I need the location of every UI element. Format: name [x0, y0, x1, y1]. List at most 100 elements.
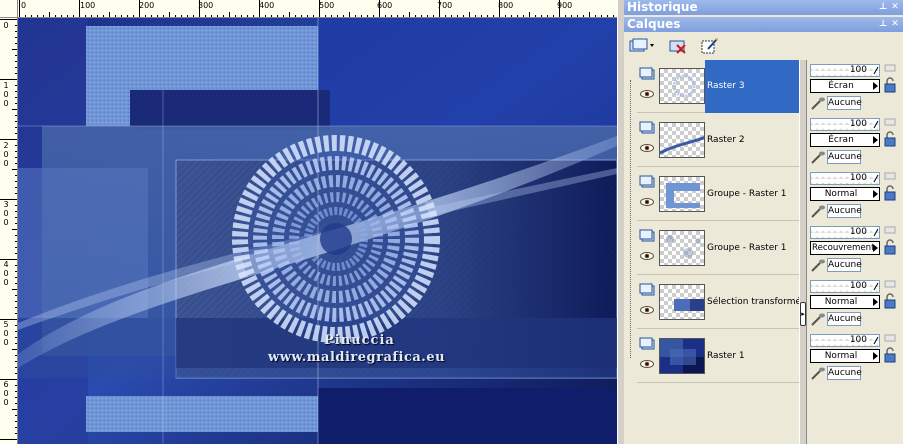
panel-gutter: [617, 0, 624, 444]
eye-icon[interactable]: [640, 198, 654, 206]
opacity-field[interactable]: 100: [810, 64, 880, 77]
visibility-toggle-icon[interactable]: [884, 333, 896, 343]
visibility-toggle-icon[interactable]: [884, 63, 896, 73]
close-icon[interactable]: ✕: [891, 2, 899, 12]
layers-toolbar: [624, 34, 903, 58]
visibility-toggle-icon[interactable]: [884, 279, 896, 289]
ruler-vlabel: 100: [3, 81, 9, 108]
layer-props-row: 100 Normal Aucune: [810, 330, 903, 383]
layers-palette-bar[interactable]: Calques ⊥ ✕: [624, 17, 903, 32]
layer-name[interactable]: Raster 2: [705, 114, 799, 167]
eye-icon[interactable]: [640, 90, 654, 98]
mask-field[interactable]: Aucune: [827, 204, 862, 218]
lock-icon[interactable]: [883, 347, 897, 363]
layer-row[interactable]: Groupe - Raster 1: [637, 168, 799, 221]
layer-properties-button[interactable]: [700, 37, 720, 55]
pin-icon[interactable]: ⊥: [879, 19, 887, 29]
mask-field[interactable]: Aucune: [827, 258, 862, 272]
history-palette-bar[interactable]: Historique ⊥ ✕: [624, 0, 903, 15]
layers-title: Calques: [627, 17, 681, 31]
mask-brush-icon[interactable]: [810, 204, 826, 219]
lock-icon[interactable]: [883, 77, 897, 93]
column-splitter[interactable]: [799, 60, 807, 444]
dropdown-arrow-icon: [873, 244, 878, 252]
layer-thumbnail: [659, 122, 705, 158]
eye-icon[interactable]: [640, 252, 654, 260]
opacity-slider-icon[interactable]: [873, 120, 879, 129]
mask-field[interactable]: Aucune: [827, 96, 862, 110]
visibility-toggle-icon[interactable]: [884, 171, 896, 181]
layer-name[interactable]: Raster 1: [705, 330, 799, 383]
ruler-label: 200: [139, 1, 155, 10]
ruler-vlabel: 200: [3, 141, 9, 168]
opacity-slider-icon[interactable]: [873, 336, 879, 345]
visibility-toggle-icon[interactable]: [884, 225, 896, 235]
eye-icon[interactable]: [640, 306, 654, 314]
mask-brush-icon[interactable]: [810, 312, 826, 327]
opacity-field[interactable]: 100: [810, 226, 880, 239]
ruler-corner: [0, 0, 18, 18]
image-canvas[interactable]: Pinuccia www.maldiregrafica.eu: [18, 18, 617, 444]
mask-field[interactable]: Aucune: [827, 150, 862, 164]
layer-type-icon: [639, 67, 655, 80]
layer-type-icon: [639, 175, 655, 188]
thumb-art: [660, 339, 704, 373]
blend-mode-select[interactable]: Écran: [810, 79, 880, 93]
opacity-field[interactable]: 100: [810, 280, 880, 293]
eye-icon[interactable]: [640, 144, 654, 152]
mask-brush-icon[interactable]: [810, 96, 826, 111]
lock-icon[interactable]: [883, 131, 897, 147]
watermark-url: www.maldiregrafica.eu: [268, 350, 446, 365]
opacity-slider-icon[interactable]: [873, 228, 879, 237]
delete-layer-button[interactable]: [668, 37, 688, 55]
thumb-art: [666, 183, 700, 208]
opacity-slider-icon[interactable]: [873, 282, 879, 291]
lock-icon[interactable]: [883, 239, 897, 255]
opacity-field[interactable]: 100: [810, 118, 880, 131]
dropdown-arrow-icon: [873, 82, 878, 90]
blend-mode-select[interactable]: Recouvrement: [810, 241, 880, 255]
opacity-field[interactable]: 100: [810, 334, 880, 347]
mask-brush-icon[interactable]: [810, 366, 826, 381]
layer-name[interactable]: Raster 3: [705, 60, 799, 113]
pin-icon[interactable]: ⊥: [879, 2, 887, 12]
watermark-name: Pinuccia: [324, 333, 395, 348]
blend-mode-select[interactable]: Normal: [810, 349, 880, 363]
mask-field[interactable]: Aucune: [827, 312, 862, 326]
layer-row[interactable]: Groupe - Raster 1: [637, 222, 799, 275]
visibility-toggle-icon[interactable]: [884, 117, 896, 127]
blend-mode-select[interactable]: Normal: [810, 295, 880, 309]
layer-type-icon: [639, 121, 655, 134]
layer-name[interactable]: Groupe - Raster 1: [705, 168, 799, 221]
dropdown-arrow-icon: [873, 298, 878, 306]
blend-mode-select[interactable]: Écran: [810, 133, 880, 147]
layer-name[interactable]: Groupe - Raster 1: [705, 222, 799, 275]
layer-row[interactable]: Sélection transformée: [637, 276, 799, 329]
mask-brush-icon[interactable]: [810, 150, 826, 165]
delete-layer-icon: [669, 40, 686, 54]
new-layer-button[interactable]: [628, 37, 656, 55]
ruler-label: 700: [437, 1, 453, 10]
ruler-label: 500: [319, 1, 335, 10]
psp-workspace: 0 100 200 300 400 500 600 700 800 900 0 …: [0, 0, 903, 444]
mask-field[interactable]: Aucune: [827, 366, 862, 380]
layer-thumbnail: [659, 230, 705, 266]
layer-type-icon: [639, 337, 655, 350]
opacity-slider-icon[interactable]: [873, 66, 879, 75]
layer-row[interactable]: Raster 3: [637, 60, 799, 113]
mask-brush-icon[interactable]: [810, 258, 826, 273]
ruler-label: 100: [80, 1, 96, 10]
opacity-field[interactable]: 100: [810, 172, 880, 185]
layer-thumbnail: [659, 284, 705, 320]
splitter-toggle[interactable]: ▸: [800, 302, 806, 326]
lock-icon[interactable]: [883, 185, 897, 201]
layer-row[interactable]: Raster 1: [637, 330, 799, 383]
blend-mode-select[interactable]: Normal: [810, 187, 880, 201]
eye-icon[interactable]: [640, 360, 654, 368]
opacity-slider-icon[interactable]: [873, 174, 879, 183]
close-icon[interactable]: ✕: [891, 19, 899, 29]
layer-name[interactable]: Sélection transformée: [705, 276, 799, 329]
ruler-label: 800: [498, 1, 514, 10]
lock-icon[interactable]: [883, 293, 897, 309]
layer-row[interactable]: Raster 2: [637, 114, 799, 167]
